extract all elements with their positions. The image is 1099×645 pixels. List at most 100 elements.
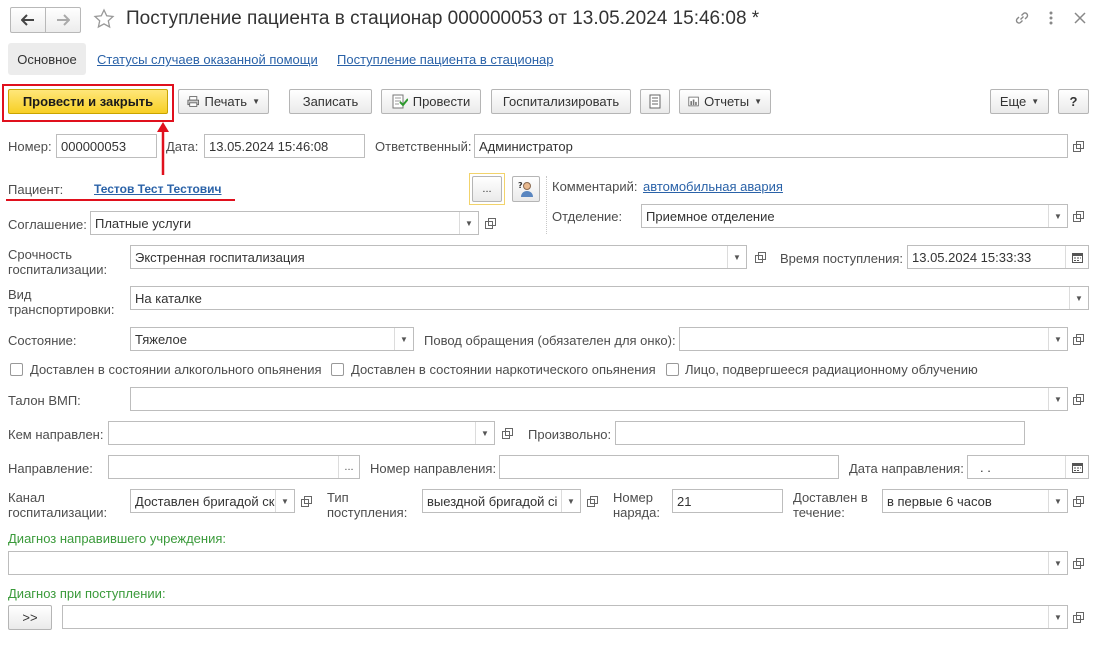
radiation-label[interactable]: Лицо, подвергшееся радиационному облучен… <box>685 362 978 377</box>
number-label: Номер: <box>8 139 52 154</box>
arbitrary-label: Произвольно: <box>528 427 612 442</box>
open-responsible-icon[interactable] <box>1067 134 1089 158</box>
open-agreement-icon[interactable] <box>479 211 501 235</box>
close-icon[interactable] <box>1072 10 1088 26</box>
number-field[interactable]: 000000053 <box>56 134 157 158</box>
referring-diagnosis-select[interactable]: ▼ <box>8 551 1068 575</box>
tab-care-statuses[interactable]: Статусы случаев оказанной помощи <box>97 52 318 67</box>
transport-value: На каталке <box>135 290 202 306</box>
chevron-down-icon[interactable]: ▼ <box>1069 287 1088 309</box>
chevron-down-icon: ▼ <box>754 97 762 106</box>
open-admission-diagnosis-icon[interactable] <box>1067 605 1089 629</box>
transport-select[interactable]: На каталке ▼ <box>130 286 1089 310</box>
alcohol-label[interactable]: Доставлен в состоянии алкогольного опьян… <box>30 362 322 377</box>
reports-label: Отчеты <box>704 94 750 109</box>
post-and-close-button[interactable]: Провести и закрыть <box>8 89 168 114</box>
chevron-down-icon[interactable]: ▼ <box>1048 606 1067 628</box>
urgency-select[interactable]: Экстренная госпитализация ▼ <box>130 245 747 269</box>
date-label: Дата: <box>166 139 199 154</box>
chevron-down-icon[interactable]: ▼ <box>475 422 494 444</box>
back-button[interactable] <box>10 7 46 33</box>
number-value: 000000053 <box>61 138 127 154</box>
open-channel-icon[interactable] <box>295 489 317 513</box>
arrival-time-field[interactable]: 13.05.2024 15:33:33 <box>907 245 1089 269</box>
post-label: Провести <box>412 94 471 109</box>
admission-type-select[interactable]: выездной бригадой сі ▼ <box>422 489 581 513</box>
chevron-down-icon[interactable]: ▼ <box>1048 388 1067 410</box>
forward-button[interactable] <box>45 7 81 33</box>
print-button[interactable]: Печать ▼ <box>178 89 269 114</box>
channel-select[interactable]: Доставлен бригадой ск ▼ <box>130 489 295 513</box>
responsible-field[interactable]: Администратор <box>474 134 1068 158</box>
admission-diagnosis-select[interactable]: ▼ <box>62 605 1068 629</box>
delivered-within-select[interactable]: в первые 6 часов ▼ <box>882 489 1068 513</box>
condition-select[interactable]: Тяжелое ▼ <box>130 327 414 351</box>
reports-button[interactable]: Отчеты ▼ <box>679 89 771 114</box>
chevron-down-icon[interactable]: ▼ <box>1048 328 1067 350</box>
link-icon[interactable] <box>1013 9 1031 27</box>
chevron-down-icon[interactable]: ▼ <box>394 328 413 350</box>
chevron-down-icon[interactable]: ▼ <box>727 246 746 268</box>
star-icon[interactable] <box>93 8 115 30</box>
open-reason-icon[interactable] <box>1067 327 1089 351</box>
chevron-down-icon[interactable]: ▼ <box>561 490 580 512</box>
open-admission-type-icon[interactable] <box>581 489 603 513</box>
chevron-down-icon[interactable]: ▼ <box>1048 205 1067 227</box>
chevron-down-icon[interactable]: ▼ <box>459 212 478 234</box>
referred-by-select[interactable]: ▼ <box>108 421 495 445</box>
vmp-select[interactable]: ▼ <box>130 387 1068 411</box>
calendar-icon[interactable] <box>1065 246 1088 268</box>
hospitalize-button[interactable]: Госпитализировать <box>491 89 631 114</box>
open-urgency-icon[interactable] <box>749 245 771 269</box>
calendar-icon[interactable] <box>1065 456 1088 478</box>
tab-main[interactable]: Основное <box>8 43 86 75</box>
referral-date-field[interactable]: . . <box>967 455 1089 479</box>
reason-select[interactable]: ▼ <box>679 327 1068 351</box>
more-vertical-icon[interactable] <box>1045 9 1057 27</box>
open-delivered-within-icon[interactable] <box>1067 489 1089 513</box>
comment-link[interactable]: автомобильная авария <box>643 179 783 194</box>
order-number-label: Номер наряда: <box>613 490 660 520</box>
more-button[interactable]: Еще ▼ <box>990 89 1049 114</box>
responsible-label: Ответственный: <box>375 139 472 154</box>
chevron-down-icon[interactable]: ▼ <box>275 490 294 512</box>
referral-number-field[interactable] <box>499 455 839 479</box>
radiation-checkbox[interactable] <box>666 363 679 376</box>
alcohol-checkbox[interactable] <box>10 363 23 376</box>
help-button[interactable]: ? <box>1058 89 1089 114</box>
date-field[interactable]: 13.05.2024 15:46:08 <box>204 134 365 158</box>
open-referring-diagnosis-icon[interactable] <box>1067 551 1089 575</box>
chevron-down-icon: ▼ <box>1031 97 1040 106</box>
arrow-right-icon <box>57 14 70 26</box>
agreement-select[interactable]: Платные услуги ▼ <box>90 211 479 235</box>
open-department-icon[interactable] <box>1067 204 1089 228</box>
tab-admission[interactable]: Поступление пациента в стационар <box>337 52 553 67</box>
arbitrary-field[interactable] <box>615 421 1025 445</box>
patient-select-button[interactable]: ... <box>472 176 502 202</box>
patient-card-button[interactable]: ? <box>512 176 540 202</box>
patient-link[interactable]: Тестов Тест Тестович <box>94 182 222 196</box>
channel-value: Доставлен бригадой ск <box>135 493 275 509</box>
expand-button[interactable]: >> <box>8 605 52 630</box>
reason-label: Повод обращения (обязателен для онко): <box>424 333 676 348</box>
chevron-down-icon[interactable]: ▼ <box>1048 552 1067 574</box>
chevron-down-icon[interactable]: ▼ <box>1048 490 1067 512</box>
open-referred-by-icon[interactable] <box>496 421 518 445</box>
condition-label: Состояние: <box>8 333 77 348</box>
referring-diagnosis-label: Диагноз направившего учреждения: <box>8 531 227 546</box>
referral-date-label: Дата направления: <box>849 461 964 476</box>
order-number-field[interactable]: 21 <box>672 489 783 513</box>
referral-number-label: Номер направления: <box>370 461 497 476</box>
journal-button[interactable] <box>640 89 670 114</box>
save-button[interactable]: Записать <box>289 89 372 114</box>
referral-field[interactable]: ... <box>108 455 360 479</box>
printer-icon <box>187 96 200 107</box>
open-vmp-icon[interactable] <box>1067 387 1089 411</box>
post-document-icon <box>392 94 408 109</box>
drug-checkbox[interactable] <box>331 363 344 376</box>
drug-label[interactable]: Доставлен в состоянии наркотического опь… <box>351 362 656 377</box>
department-select[interactable]: Приемное отделение ▼ <box>641 204 1068 228</box>
vmp-label: Талон ВМП: <box>8 393 81 408</box>
select-dots-icon[interactable]: ... <box>338 456 359 478</box>
post-button[interactable]: Провести <box>381 89 481 114</box>
